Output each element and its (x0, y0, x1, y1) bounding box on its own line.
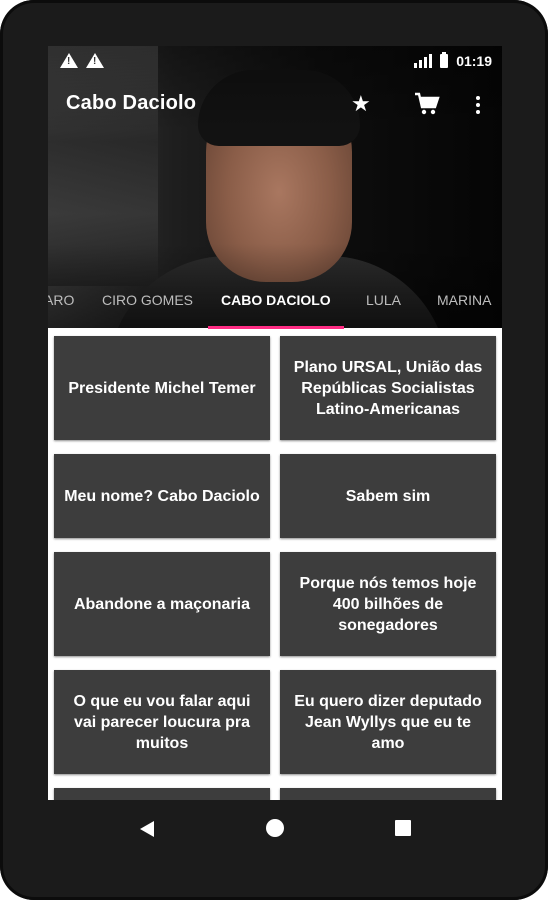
tab-lula[interactable]: LULA (366, 292, 401, 308)
sound-button[interactable]: Porque nós temos hoje 400 bilhões de son… (280, 552, 496, 656)
tab-ciro-gomes[interactable]: CIRO GOMES (102, 292, 193, 308)
sound-button[interactable]: Sabem sim (280, 454, 496, 538)
header-photo (48, 46, 502, 328)
tab-marina[interactable]: MARINA (437, 292, 491, 308)
recents-icon[interactable] (395, 820, 411, 836)
app-toolbar: Cabo Daciolo ★ (48, 90, 502, 120)
sound-button[interactable]: Eu quero dizer deputado Jean Wyllys que … (280, 670, 496, 774)
sound-button[interactable]: Meu nome? Cabo Daciolo (54, 454, 270, 538)
sound-grid: Presidente Michel Temer Plano URSAL, Uni… (48, 329, 502, 800)
more-vert-icon[interactable] (476, 96, 480, 117)
sound-button[interactable]: Abandone a maçonaria (54, 552, 270, 656)
tab-bar: ARO CIRO GOMES CABO DACIOLO LULA MARINA (48, 292, 502, 328)
sound-button-partial[interactable] (54, 788, 270, 800)
home-icon[interactable] (266, 819, 284, 837)
warning-icon: ! (60, 53, 78, 68)
photo-shade (48, 46, 502, 328)
tab-cabo-daciolo[interactable]: CABO DACIOLO (221, 292, 331, 308)
star-icon[interactable]: ★ (351, 92, 371, 116)
warning-icon: ! (86, 53, 104, 68)
status-bar: ! ! 01:19 (48, 46, 502, 76)
back-icon[interactable] (140, 821, 154, 837)
sound-button[interactable]: Presidente Michel Temer (54, 336, 270, 440)
page-title: Cabo Daciolo (66, 92, 197, 114)
status-time: 01:19 (456, 53, 492, 69)
app-screen: ! ! 01:19 Cabo Daciolo ★ ARO CIRO GOMES … (48, 46, 502, 800)
cart-icon[interactable] (414, 92, 440, 116)
sound-button[interactable]: O que eu vou falar aqui vai parecer louc… (54, 670, 270, 774)
sound-button[interactable]: Plano URSAL, União das Repúblicas Social… (280, 336, 496, 440)
signal-icon (414, 54, 433, 68)
navigation-bar (48, 800, 502, 856)
battery-icon (440, 52, 449, 68)
sound-button-partial[interactable] (280, 788, 496, 800)
tab-aro[interactable]: ARO (48, 292, 74, 308)
